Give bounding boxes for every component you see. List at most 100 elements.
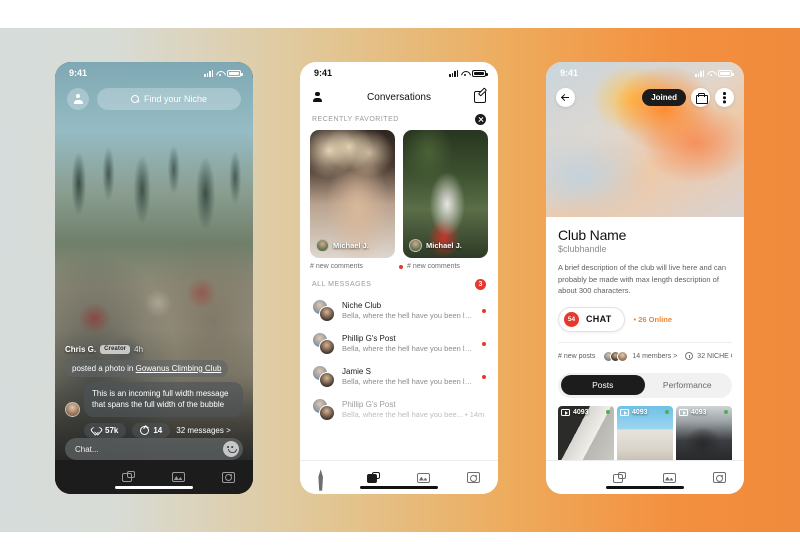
battery-icon: [227, 69, 243, 77]
club-handle: $clubhandle: [558, 244, 607, 254]
nav-chat-icon[interactable]: [122, 471, 136, 483]
post-timestamp: 4h: [134, 344, 144, 354]
post-meta: Chris G. Creator 4h: [65, 344, 243, 354]
tab-performance[interactable]: Performance: [645, 375, 730, 395]
new-posts-stat[interactable]: # new posts: [558, 353, 595, 360]
store-button[interactable]: [691, 88, 710, 107]
unread-badge: 3: [475, 279, 486, 290]
bottom-nav: [55, 460, 253, 494]
nav-chat-icon[interactable]: [367, 471, 381, 484]
card-comments-1[interactable]: # new comments: [310, 263, 399, 270]
page-title: Conversations: [367, 91, 431, 103]
club-tabs: Posts Performance: [558, 372, 732, 398]
avatar: [312, 299, 335, 322]
status-indicators: [449, 69, 488, 77]
phone-mockup-feed: 9:41 Find your Niche Chris G. Creator 4h…: [55, 62, 253, 494]
more-options-button[interactable]: [715, 88, 734, 107]
chat-input-wrapper[interactable]: Chat...: [65, 438, 243, 460]
nav-media-icon[interactable]: [171, 472, 185, 482]
post-count: 4093: [691, 408, 707, 416]
nav-camera-icon[interactable]: [712, 472, 726, 483]
post-thumbnail[interactable]: 4093: [558, 405, 614, 468]
post-action-prefix: posted a photo in: [72, 363, 136, 373]
message-list-item[interactable]: Phillip G's Post Bella, where the hell h…: [300, 393, 498, 426]
message-list-item[interactable]: Jamie S Bella, where the hell have you b…: [300, 360, 498, 393]
chat-button[interactable]: 54 CHAT: [558, 306, 625, 332]
nav-camera-icon[interactable]: [466, 472, 480, 483]
video-icon: [561, 408, 570, 416]
post-author[interactable]: Chris G.: [65, 345, 96, 354]
status-time: 9:41: [314, 68, 333, 78]
like-button[interactable]: 57k: [84, 423, 127, 438]
nav-home-icon[interactable]: [564, 472, 576, 484]
card-comment-labels: # new comments # new comments: [300, 258, 498, 270]
message-name: Niche Club: [342, 300, 382, 310]
message-text: Jamie S Bella, where the hell have you b…: [342, 367, 475, 387]
back-button[interactable]: [556, 88, 575, 107]
post-thumbnail[interactable]: 4093: [676, 405, 732, 468]
thumbnail-meta: 4093: [620, 408, 648, 416]
close-icon[interactable]: [475, 114, 486, 125]
messages-link[interactable]: 32 messages >: [176, 426, 230, 435]
card-author-name: Michael J.: [426, 241, 462, 250]
post-count: 4093: [632, 408, 648, 416]
card-author: Michael J.: [316, 239, 369, 252]
favorite-card[interactable]: Michael J.: [310, 130, 395, 258]
wifi-icon: [461, 70, 469, 77]
post-club-link[interactable]: Gowanus Climbing Club: [136, 364, 222, 373]
post-stats: 57k 14 32 messages >: [65, 423, 243, 438]
joined-badge[interactable]: Joined: [642, 89, 686, 106]
avatar: [312, 332, 335, 355]
card-author: Michael J.: [409, 239, 462, 252]
compose-icon[interactable]: [474, 91, 486, 103]
club-hero-actions: Joined: [642, 88, 734, 107]
message-name: Phillip G's Post: [342, 333, 396, 343]
card-comments-2[interactable]: # new comments: [399, 263, 488, 270]
favorites-cards: Michael J. Michael J.: [300, 130, 498, 258]
reaction-button[interactable]: 14: [132, 423, 171, 438]
online-count: • 26 Online: [633, 314, 673, 324]
heart-icon: [92, 426, 101, 435]
message-preview: Bella, where the hell have you been loc.…: [342, 344, 475, 354]
nav-media-icon[interactable]: [416, 472, 430, 483]
nav-media-icon[interactable]: [662, 472, 676, 483]
avatar: [312, 398, 335, 421]
home-indicator: [115, 486, 193, 489]
reaction-count: 14: [153, 426, 163, 435]
club-hero-gradient: 9:41 Joined: [546, 62, 744, 217]
emoji-icon[interactable]: [223, 441, 239, 457]
all-messages-header: ALL MESSAGES 3: [300, 270, 498, 294]
status-dot: [724, 409, 728, 414]
nav-camera-icon[interactable]: [221, 471, 235, 483]
arrow-left-icon: [561, 94, 570, 102]
message-preview: Bella, where the hell have you been loc.…: [342, 377, 475, 387]
new-posts-label: # new posts: [558, 352, 596, 360]
favorite-card[interactable]: Michael J.: [403, 130, 488, 258]
nav-chat-icon[interactable]: [613, 471, 627, 484]
message-bubble: This is an incoming full width message t…: [84, 381, 243, 417]
post-thumbnail[interactable]: 4093: [617, 405, 673, 468]
wifi-icon: [707, 70, 715, 77]
club-description: A brief description of the club will liv…: [558, 263, 727, 296]
message-list-item[interactable]: Niche Club Bella, where the hell have yo…: [300, 294, 498, 327]
nav-home-icon[interactable]: [318, 469, 330, 491]
search-input[interactable]: Find your Niche: [97, 88, 241, 110]
cellular-signal-icon: [695, 69, 704, 77]
thumbnail-meta: 4093: [561, 408, 589, 416]
card-author-name: Michael J.: [333, 241, 369, 250]
message-text: Phillip G's Post Bella, where the hell h…: [342, 400, 486, 420]
profile-button[interactable]: [67, 88, 89, 110]
status-bar: 9:41: [546, 62, 744, 84]
avatar[interactable]: [65, 402, 80, 417]
search-icon: [130, 95, 139, 103]
current-stat[interactable]: 32 NICHE Current V: [685, 352, 732, 361]
tab-posts[interactable]: Posts: [560, 375, 645, 396]
club-name: Club Name: [558, 227, 627, 243]
avatar: [316, 239, 329, 252]
members-stat[interactable]: 14 members >: [603, 350, 677, 362]
club-stats-row: # new posts 14 members > 32 NICHE Curren…: [558, 341, 732, 362]
chat-button-label: CHAT: [586, 314, 612, 325]
phone-mockup-conversations: 9:41 Conversations RECENTLY FAVORITED Mi…: [300, 62, 498, 494]
nav-home-icon[interactable]: [73, 471, 85, 483]
message-list-item[interactable]: Phillip G's Post Bella, where the hell h…: [300, 327, 498, 360]
